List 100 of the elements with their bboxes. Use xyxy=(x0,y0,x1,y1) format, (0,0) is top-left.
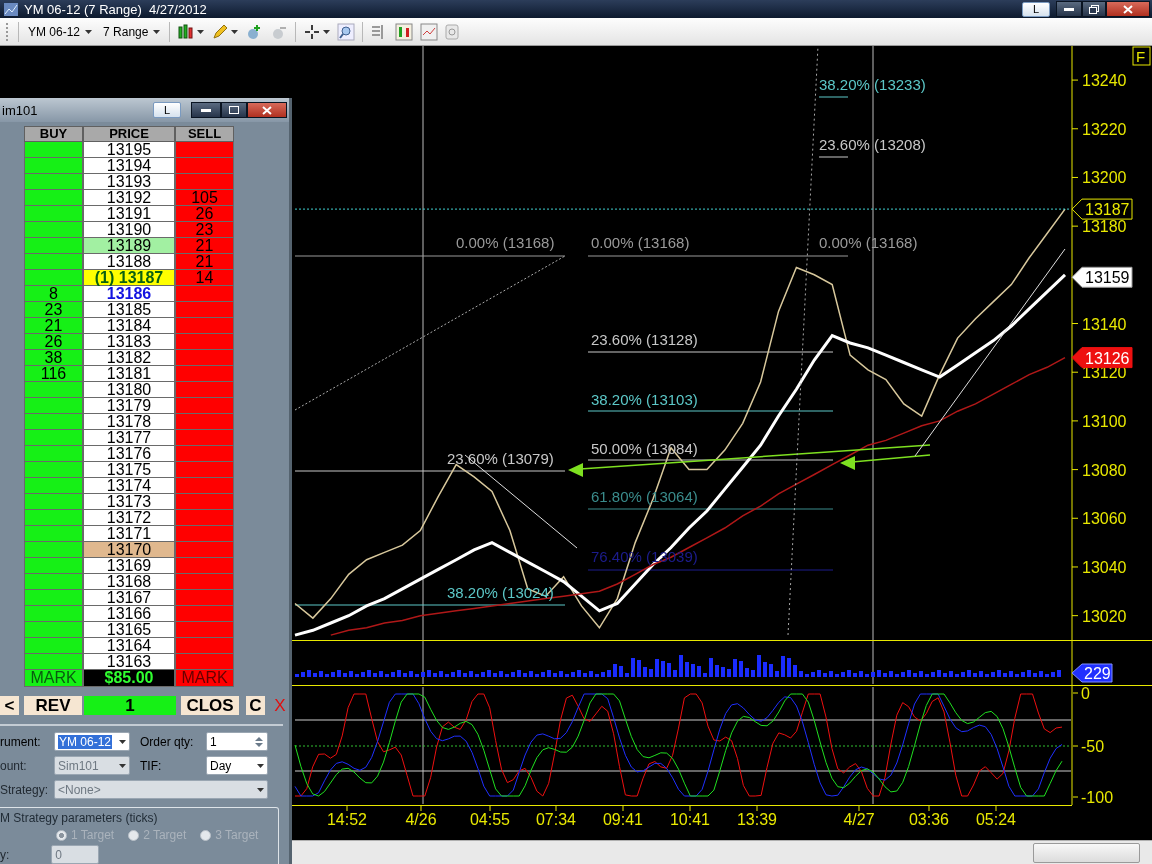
price-cell[interactable]: 13173 xyxy=(83,494,175,510)
action-button[interactable]: REV xyxy=(24,696,82,715)
buy-cell[interactable] xyxy=(24,558,83,574)
price-cell[interactable]: 13175 xyxy=(83,462,175,478)
sell-cell[interactable]: 23 xyxy=(175,222,234,238)
sell-cell[interactable] xyxy=(175,462,234,478)
sell-cell[interactable] xyxy=(175,510,234,526)
sell-cell[interactable]: 26 xyxy=(175,206,234,222)
restore-button[interactable] xyxy=(1082,1,1106,17)
sell-cell[interactable] xyxy=(175,142,234,158)
price-cell[interactable]: 13164 xyxy=(83,638,175,654)
buy-cell[interactable]: 23 xyxy=(24,302,83,318)
price-cell[interactable]: 13166 xyxy=(83,606,175,622)
price-cell[interactable]: 13174 xyxy=(83,478,175,494)
sell-cell[interactable] xyxy=(175,558,234,574)
crosshair-icon[interactable] xyxy=(303,22,322,41)
magnifier-icon[interactable] xyxy=(337,22,356,41)
price-cell[interactable]: 13179 xyxy=(83,398,175,414)
sell-cell[interactable] xyxy=(175,590,234,606)
price-cell[interactable]: 13186 xyxy=(83,286,175,302)
buy-cell[interactable] xyxy=(24,542,83,558)
buy-cell[interactable] xyxy=(24,142,83,158)
buy-mark-cell[interactable]: MARK xyxy=(24,670,83,687)
sell-cell[interactable] xyxy=(175,414,234,430)
price-cell[interactable]: 13167 xyxy=(83,590,175,606)
spin-arrows-icon[interactable] xyxy=(254,734,264,749)
toolbar-dropdown[interactable]: YM 06-12 xyxy=(26,24,95,39)
instrument-dropdown[interactable]: YM 06-12 xyxy=(54,732,130,751)
minimize-button[interactable] xyxy=(1056,1,1082,17)
price-cell[interactable]: 13180 xyxy=(83,382,175,398)
sell-cell[interactable]: 21 xyxy=(175,254,234,270)
buy-cell[interactable]: 116 xyxy=(24,366,83,382)
quantity-button[interactable]: 1 xyxy=(84,696,176,715)
price-cell[interactable]: 13172 xyxy=(83,510,175,526)
buy-cell[interactable]: 26 xyxy=(24,334,83,350)
link-button[interactable]: L xyxy=(1022,1,1050,17)
buy-cell[interactable] xyxy=(24,478,83,494)
price-cell[interactable]: 13184 xyxy=(83,318,175,334)
quantity-spin-field[interactable]: 1 xyxy=(206,732,268,751)
close-button[interactable] xyxy=(1106,1,1150,17)
buy-cell[interactable] xyxy=(24,510,83,526)
line-chart-icon[interactable] xyxy=(420,22,439,41)
action-button[interactable]: C xyxy=(246,696,265,715)
sell-cell[interactable] xyxy=(175,574,234,590)
price-cell[interactable]: 13194 xyxy=(83,158,175,174)
buy-cell[interactable] xyxy=(24,606,83,622)
sell-cell[interactable] xyxy=(175,366,234,382)
price-cell[interactable]: 13163 xyxy=(83,654,175,670)
buy-cell[interactable] xyxy=(24,414,83,430)
sell-cell[interactable] xyxy=(175,622,234,638)
buy-cell[interactable] xyxy=(24,270,83,286)
action-button[interactable]: < xyxy=(0,696,19,715)
price-cell[interactable]: 13176 xyxy=(83,446,175,462)
buy-cell[interactable] xyxy=(24,190,83,206)
pencil-icon[interactable] xyxy=(211,22,230,41)
coin-icon[interactable] xyxy=(445,22,460,41)
buy-cell[interactable] xyxy=(24,590,83,606)
price-cell[interactable]: 13185 xyxy=(83,302,175,318)
scrollbar[interactable] xyxy=(292,840,1152,864)
price-cell[interactable]: 13188 xyxy=(83,254,175,270)
buy-cell[interactable] xyxy=(24,526,83,542)
buy-cell[interactable] xyxy=(24,494,83,510)
sell-cell[interactable] xyxy=(175,302,234,318)
sell-cell[interactable]: 105 xyxy=(175,190,234,206)
link-button[interactable]: L xyxy=(153,102,181,118)
buy-cell[interactable]: 38 xyxy=(24,350,83,366)
sell-cell[interactable] xyxy=(175,446,234,462)
sell-cell[interactable] xyxy=(175,654,234,670)
buy-cell[interactable] xyxy=(24,206,83,222)
toolbar-dropdown[interactable]: 7 Range xyxy=(101,24,163,39)
sell-cell[interactable] xyxy=(175,430,234,446)
sell-cell[interactable] xyxy=(175,382,234,398)
buy-cell[interactable] xyxy=(24,446,83,462)
price-cell[interactable]: 13189 xyxy=(83,238,175,254)
price-cell[interactable]: 13165 xyxy=(83,622,175,638)
sell-cell[interactable] xyxy=(175,158,234,174)
price-cell[interactable]: 13169 xyxy=(83,558,175,574)
sell-cell[interactable] xyxy=(175,606,234,622)
scroll-thumb[interactable] xyxy=(1033,842,1140,863)
candle-chart-icon[interactable] xyxy=(395,22,414,41)
maximize-button[interactable] xyxy=(221,102,247,118)
buy-cell[interactable] xyxy=(24,622,83,638)
buy-cell[interactable] xyxy=(24,654,83,670)
sell-cell[interactable] xyxy=(175,334,234,350)
buy-cell[interactable] xyxy=(24,254,83,270)
price-cell[interactable]: 13193 xyxy=(83,174,175,190)
price-cell[interactable]: 13195 xyxy=(83,142,175,158)
close-button[interactable] xyxy=(247,102,287,118)
sell-cell[interactable] xyxy=(175,478,234,494)
buy-cell[interactable] xyxy=(24,462,83,478)
buy-cell[interactable] xyxy=(24,174,83,190)
buy-cell[interactable] xyxy=(24,158,83,174)
price-cell[interactable]: 13191 xyxy=(83,206,175,222)
price-cell[interactable]: 13190 xyxy=(83,222,175,238)
price-cell[interactable]: 13182 xyxy=(83,350,175,366)
buy-cell[interactable] xyxy=(24,222,83,238)
sell-cell[interactable] xyxy=(175,174,234,190)
buy-cell[interactable] xyxy=(24,382,83,398)
sell-cell[interactable]: 21 xyxy=(175,238,234,254)
action-button[interactable]: CLOS xyxy=(181,696,239,715)
